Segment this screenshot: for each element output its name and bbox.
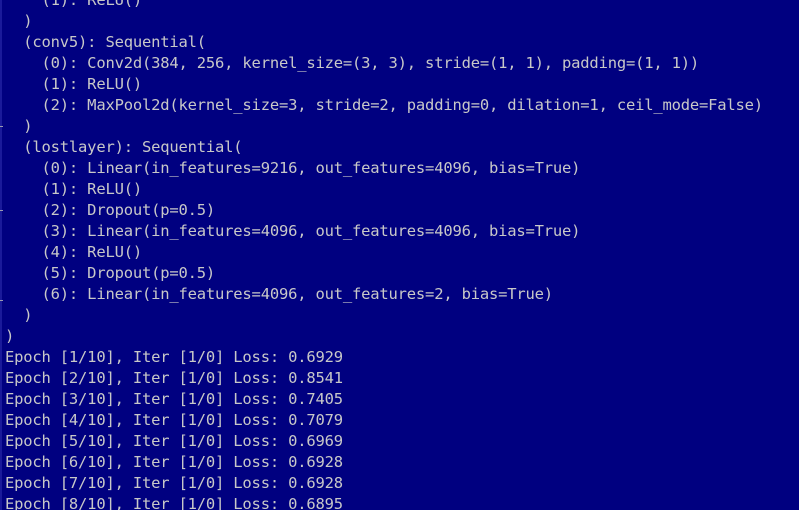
- console-output: (1): ReLU() ) (conv5): Sequential( (0): …: [5, 0, 799, 510]
- console-line: (0): Conv2d(384, 256, kernel_size=(3, 3)…: [5, 54, 700, 72]
- console-line: ): [5, 12, 33, 30]
- console-line: Epoch [8/10], Iter [1/0] Loss: 0.6895: [5, 495, 343, 510]
- console-line: Epoch [4/10], Iter [1/0] Loss: 0.7079: [5, 411, 343, 429]
- console-line: (5): Dropout(p=0.5): [5, 264, 216, 282]
- console-line: Epoch [7/10], Iter [1/0] Loss: 0.6928: [5, 474, 343, 492]
- console-line: (conv5): Sequential(: [5, 33, 206, 51]
- console-line: (2): Dropout(p=0.5): [5, 201, 216, 219]
- console-line: Epoch [5/10], Iter [1/0] Loss: 0.6969: [5, 432, 343, 450]
- console-line: (2): MaxPool2d(kernel_size=3, stride=2, …: [5, 96, 764, 114]
- console-line: (3): Linear(in_features=4096, out_featur…: [5, 222, 581, 240]
- console-line: ): [5, 117, 33, 135]
- console-line: ): [5, 306, 33, 324]
- console-line: Epoch [3/10], Iter [1/0] Loss: 0.7405: [5, 390, 343, 408]
- left-edge: [0, 0, 2, 510]
- console-line: (1): ReLU(): [5, 75, 143, 93]
- console-line: (lostlayer): Sequential(: [5, 138, 243, 156]
- edge-tick: [0, 126, 3, 127]
- console-line: (1): ReLU(): [5, 0, 143, 9]
- console-line: (6): Linear(in_features=4096, out_featur…: [5, 285, 554, 303]
- console-line: Epoch [1/10], Iter [1/0] Loss: 0.6929: [5, 348, 343, 366]
- console-line: Epoch [2/10], Iter [1/0] Loss: 0.8541: [5, 369, 343, 387]
- console-line: (4): ReLU(): [5, 243, 143, 261]
- console-line: (1): ReLU(): [5, 180, 143, 198]
- console-line: (0): Linear(in_features=9216, out_featur…: [5, 159, 581, 177]
- console-line: ): [5, 327, 15, 345]
- edge-tick: [0, 210, 3, 211]
- edge-tick: [0, 300, 3, 301]
- console-line: Epoch [6/10], Iter [1/0] Loss: 0.6928: [5, 453, 343, 471]
- terminal-window[interactable]: (1): ReLU() ) (conv5): Sequential( (0): …: [0, 0, 799, 510]
